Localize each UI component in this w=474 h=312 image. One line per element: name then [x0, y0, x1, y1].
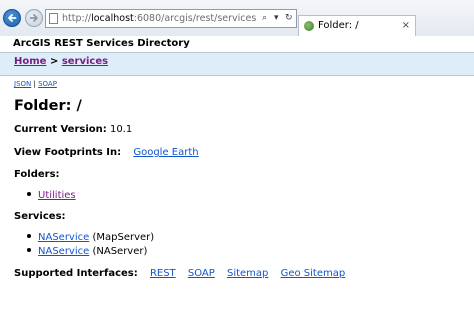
breadcrumb-services-link[interactable]: services — [62, 56, 108, 67]
page-title: Folder: / — [14, 98, 82, 114]
forward-arrow-icon — [29, 14, 38, 22]
current-version-row: Current Version: 10.1 — [14, 124, 132, 135]
tab-close-icon[interactable]: × — [402, 16, 410, 36]
folders-label: Folders: — [14, 169, 60, 180]
list-item: NAService (NAServer) — [27, 246, 147, 257]
dropdown-icon[interactable]: ▾ — [274, 10, 279, 27]
format-links: JSON | SOAP — [14, 80, 57, 88]
search-icon[interactable]: ⌕ — [262, 10, 267, 27]
current-version-value: 10.1 — [109, 124, 133, 135]
tab-title: Folder: / — [318, 20, 359, 31]
services-label: Services: — [14, 211, 66, 222]
bullet-icon — [27, 248, 31, 252]
back-arrow-icon — [8, 14, 17, 22]
url-scheme: http:// — [62, 13, 92, 24]
format-separator: | — [33, 80, 36, 88]
json-link[interactable]: JSON — [14, 80, 31, 88]
service-type: (NAServer) — [92, 246, 148, 257]
service-link-naservice-mapserver[interactable]: NAService — [38, 232, 89, 243]
page-banner: ArcGIS REST Services Directory — [0, 36, 474, 52]
arcgis-globe-icon — [304, 21, 314, 31]
bullet-icon — [27, 234, 31, 238]
list-item: NAService (MapServer) — [27, 232, 154, 243]
interfaces-row: Supported Interfaces: REST SOAP Sitemap … — [14, 268, 345, 279]
soap-format-link[interactable]: SOAP — [38, 80, 57, 88]
service-link-naservice-naserver[interactable]: NAService — [38, 246, 89, 257]
interfaces-label: Supported Interfaces: — [14, 268, 138, 279]
page-icon — [49, 13, 58, 24]
url-path: :6080/arcgis/rest/services — [133, 13, 257, 24]
url-host: localhost — [91, 13, 134, 24]
back-button[interactable] — [3, 9, 21, 27]
soap-interface-link[interactable]: SOAP — [188, 268, 215, 279]
current-version-label: Current Version: — [14, 124, 107, 135]
banner-title: ArcGIS REST Services Directory — [13, 38, 190, 49]
service-type: (MapServer) — [92, 232, 155, 243]
bullet-icon — [27, 192, 31, 196]
browser-tab[interactable]: Folder: / × — [298, 15, 416, 36]
browser-toolbar: http://localhost:6080/arcgis/rest/servic… — [0, 0, 474, 37]
folder-link-utilities[interactable]: Utilities — [38, 190, 76, 201]
breadcrumb-separator: > — [49, 56, 59, 67]
rest-interface-link[interactable]: REST — [150, 268, 176, 279]
breadcrumb: Home > services — [0, 52, 474, 76]
google-earth-link[interactable]: Google Earth — [133, 147, 198, 158]
list-item: Utilities — [27, 190, 76, 201]
geo-sitemap-link[interactable]: Geo Sitemap — [281, 268, 346, 279]
breadcrumb-home-link[interactable]: Home — [14, 56, 46, 67]
sitemap-link[interactable]: Sitemap — [227, 268, 268, 279]
folders-heading: Folders: — [14, 169, 60, 180]
address-bar[interactable]: http://localhost:6080/arcgis/rest/servic… — [45, 9, 297, 28]
services-heading: Services: — [14, 211, 66, 222]
footprints-label: View Footprints In: — [14, 147, 122, 158]
forward-button[interactable] — [25, 9, 43, 27]
address-url[interactable]: http://localhost:6080/arcgis/rest/servic… — [62, 10, 256, 27]
footprints-row: View Footprints In: Google Earth — [14, 147, 199, 158]
refresh-icon[interactable]: ↻ — [285, 10, 293, 27]
